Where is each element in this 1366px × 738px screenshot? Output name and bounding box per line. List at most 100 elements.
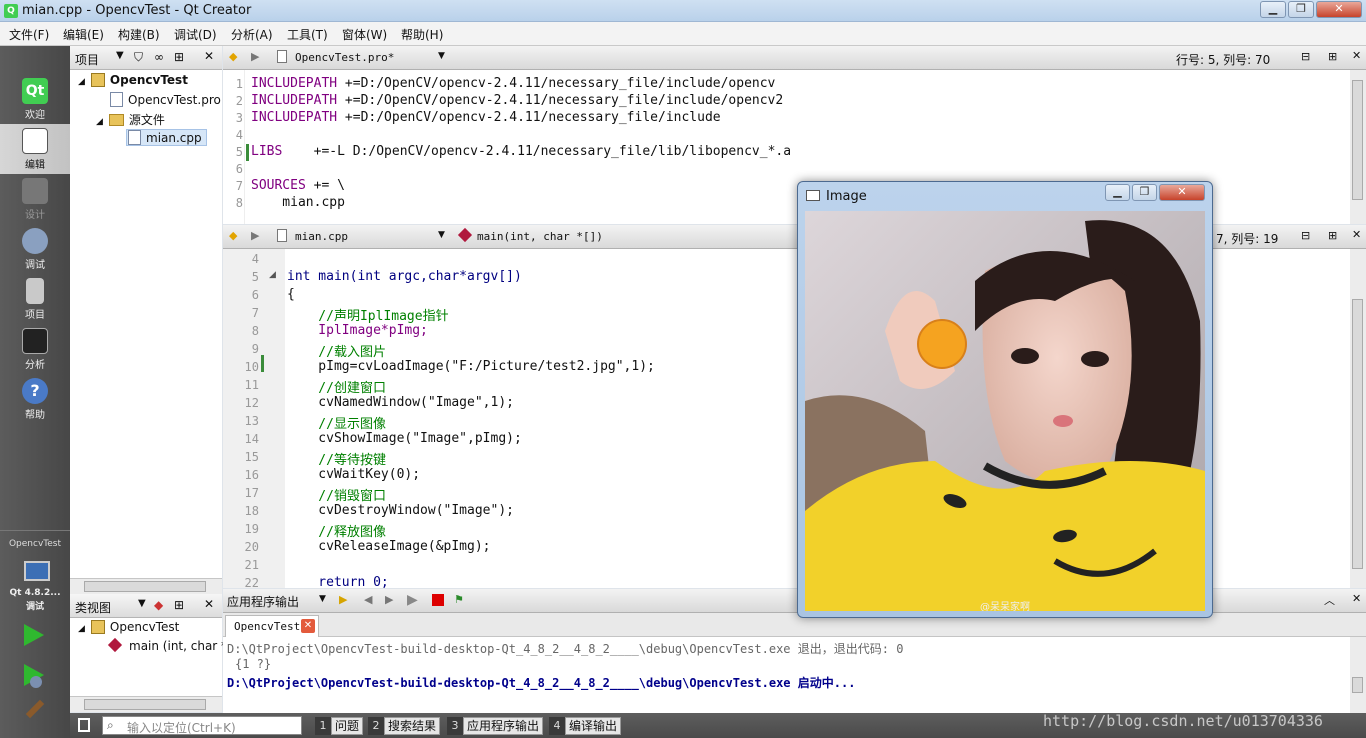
back-arrow-icon[interactable]: ◆ xyxy=(229,50,237,63)
scroll-thumb[interactable] xyxy=(84,581,206,592)
menu-analyze[interactable]: 分析(A) xyxy=(231,26,273,43)
split-icon[interactable]: ⊟ xyxy=(1301,229,1310,242)
split-icon[interactable]: ⊞ xyxy=(174,598,184,612)
file-dropdown-icon[interactable]: ▼ xyxy=(438,230,445,240)
menu-window[interactable]: 窗体(W) xyxy=(342,26,387,43)
rerun-icon[interactable]: ▶ xyxy=(339,593,347,606)
modified-line-marker xyxy=(261,355,264,372)
fold-arrow-icon[interactable]: ◢ xyxy=(269,270,276,280)
scroll-thumb[interactable] xyxy=(1352,80,1363,200)
run-output-icon[interactable]: ▶ xyxy=(407,592,418,608)
tab-problems[interactable]: 问题 xyxy=(331,717,364,735)
tree-project-root[interactable]: ◢ OpencvTest xyxy=(78,73,188,87)
menu-help[interactable]: 帮助(H) xyxy=(401,26,443,43)
tree-label: 源文件 xyxy=(128,113,165,127)
mode-debug[interactable]: 调试 xyxy=(0,224,70,274)
class-filter-icon[interactable]: ◆ xyxy=(154,598,163,612)
tab-search-results[interactable]: 搜索结果 xyxy=(384,717,441,735)
mode-welcome[interactable]: Qt 欢迎 xyxy=(0,74,70,124)
dropdown-icon[interactable]: ▼ xyxy=(138,598,146,609)
line-number: 5 xyxy=(251,270,259,284)
class-tree-main[interactable]: main (int, char * xyxy=(107,637,227,653)
classview-panel-title[interactable]: 类视图 xyxy=(75,599,111,616)
split-new-icon[interactable]: ⊞ xyxy=(1328,50,1337,63)
mode-analyze[interactable]: 分析 xyxy=(0,324,70,374)
expand-arrow-icon[interactable]: ◢ xyxy=(78,624,85,634)
project-panel-title[interactable]: 项目 xyxy=(75,51,99,68)
editor2-vscrollbar[interactable] xyxy=(1350,249,1366,588)
tree-mian-cpp[interactable]: mian.cpp xyxy=(126,129,207,146)
link-icon[interactable]: ∞ xyxy=(154,50,164,64)
menu-tools[interactable]: 工具(T) xyxy=(287,26,328,43)
editor1-vscrollbar[interactable] xyxy=(1350,70,1366,224)
image-window[interactable]: Image ▁ ❐ ✕ @呆呆家啊 xyxy=(797,181,1213,618)
next-icon[interactable]: ▶ xyxy=(385,593,393,606)
class-tree-project[interactable]: ◢ OpencvTest xyxy=(78,620,179,634)
dropdown-icon[interactable]: ▼ xyxy=(116,50,124,61)
forward-arrow-icon[interactable]: ▶ xyxy=(251,229,259,242)
monitor-icon[interactable] xyxy=(24,561,50,581)
expand-arrow-icon[interactable]: ◢ xyxy=(96,117,103,127)
tree-sources-folder[interactable]: ◢ 源文件 xyxy=(96,111,165,128)
close-button[interactable]: ✕ xyxy=(1316,1,1362,18)
output-area[interactable]: D:\QtProject\OpencvTest-build-desktop-Qt… xyxy=(223,637,1350,713)
image-close-button[interactable]: ✕ xyxy=(1159,184,1205,201)
minimize-button[interactable]: ▁ xyxy=(1260,1,1286,18)
menu-build[interactable]: 构建(B) xyxy=(118,26,160,43)
tab-compile-output[interactable]: 编译输出 xyxy=(565,717,622,735)
scroll-thumb[interactable] xyxy=(1352,299,1363,569)
mode-design[interactable]: 设计 xyxy=(0,174,70,224)
menu-file[interactable]: 文件(F) xyxy=(9,26,49,43)
mode-help[interactable]: ? 帮助 xyxy=(0,374,70,424)
close-panel-icon[interactable]: ✕ xyxy=(204,49,214,63)
close-editor-icon[interactable]: ✕ xyxy=(1352,49,1361,62)
expand-arrow-icon[interactable]: ◢ xyxy=(78,77,85,87)
run-icon[interactable] xyxy=(24,624,44,646)
debug-run-bug-icon xyxy=(30,676,42,688)
output-tab-opencvtest[interactable]: OpencvTest ✕ xyxy=(225,615,319,637)
dropdown-icon[interactable]: ▼ xyxy=(319,594,326,604)
split-new-icon[interactable]: ⊞ xyxy=(1328,229,1337,242)
build-hammer-icon[interactable] xyxy=(25,699,45,719)
editor2-filename[interactable]: mian.cpp xyxy=(295,230,348,243)
close-editor-icon[interactable]: ✕ xyxy=(1352,228,1361,241)
maximize-pane-icon[interactable]: ︿ xyxy=(1324,592,1335,608)
prev-icon[interactable]: ◀ xyxy=(364,593,372,606)
toggle-sidebar-icon[interactable] xyxy=(78,718,90,732)
line-number: 7 xyxy=(235,179,243,193)
scroll-thumb[interactable] xyxy=(84,699,206,710)
tree-pro-file[interactable]: OpencvTest.pro xyxy=(110,92,221,107)
mode-edit[interactable]: 编辑 xyxy=(0,124,70,174)
output-vscrollbar[interactable] xyxy=(1350,637,1366,713)
image-maximize-button[interactable]: ❐ xyxy=(1132,184,1157,201)
mode-projects[interactable]: 项目 xyxy=(0,274,70,324)
scroll-thumb[interactable] xyxy=(1352,677,1363,693)
mode-design-label: 设计 xyxy=(25,210,45,221)
line-number: 11 xyxy=(244,378,259,392)
editor2-function[interactable]: main(int, char *[]) xyxy=(477,230,603,243)
close-pane-icon[interactable]: ✕ xyxy=(1352,592,1361,605)
class-hscrollbar[interactable] xyxy=(70,696,222,712)
filter-icon[interactable]: ⛉ xyxy=(134,50,143,65)
stop-icon[interactable] xyxy=(432,594,444,606)
split-icon[interactable]: ⊞ xyxy=(174,50,184,64)
mode-analyze-label: 分析 xyxy=(25,360,45,371)
back-arrow-icon[interactable]: ◆ xyxy=(229,229,237,242)
maximize-button[interactable]: ❐ xyxy=(1288,1,1314,18)
status-bar: ⌕ 输入以定位(Ctrl+K) 1 问题 2 搜索结果 3 应用程序输出 4 编… xyxy=(70,712,1366,738)
close-tab-icon[interactable]: ✕ xyxy=(301,619,315,633)
project-hscrollbar[interactable] xyxy=(70,578,222,594)
tab-app-output[interactable]: 应用程序输出 xyxy=(463,717,544,735)
locator-input[interactable]: ⌕ 输入以定位(Ctrl+K) xyxy=(102,716,302,735)
editor1-filename[interactable]: OpencvTest.pro* xyxy=(295,51,394,64)
image-minimize-button[interactable]: ▁ xyxy=(1105,184,1130,201)
menu-debug[interactable]: 调试(D) xyxy=(174,26,217,43)
output-pane-title[interactable]: 应用程序输出 xyxy=(227,593,299,610)
file-dropdown-icon[interactable]: ▼ xyxy=(438,51,445,61)
menu-edit[interactable]: 编辑(E) xyxy=(63,26,104,43)
forward-arrow-icon[interactable]: ▶ xyxy=(251,50,259,63)
close-panel-icon[interactable]: ✕ xyxy=(204,597,214,611)
attach-icon[interactable]: ⚑ xyxy=(454,593,464,606)
line-number: 18 xyxy=(244,504,259,518)
split-icon[interactable]: ⊟ xyxy=(1301,50,1310,63)
